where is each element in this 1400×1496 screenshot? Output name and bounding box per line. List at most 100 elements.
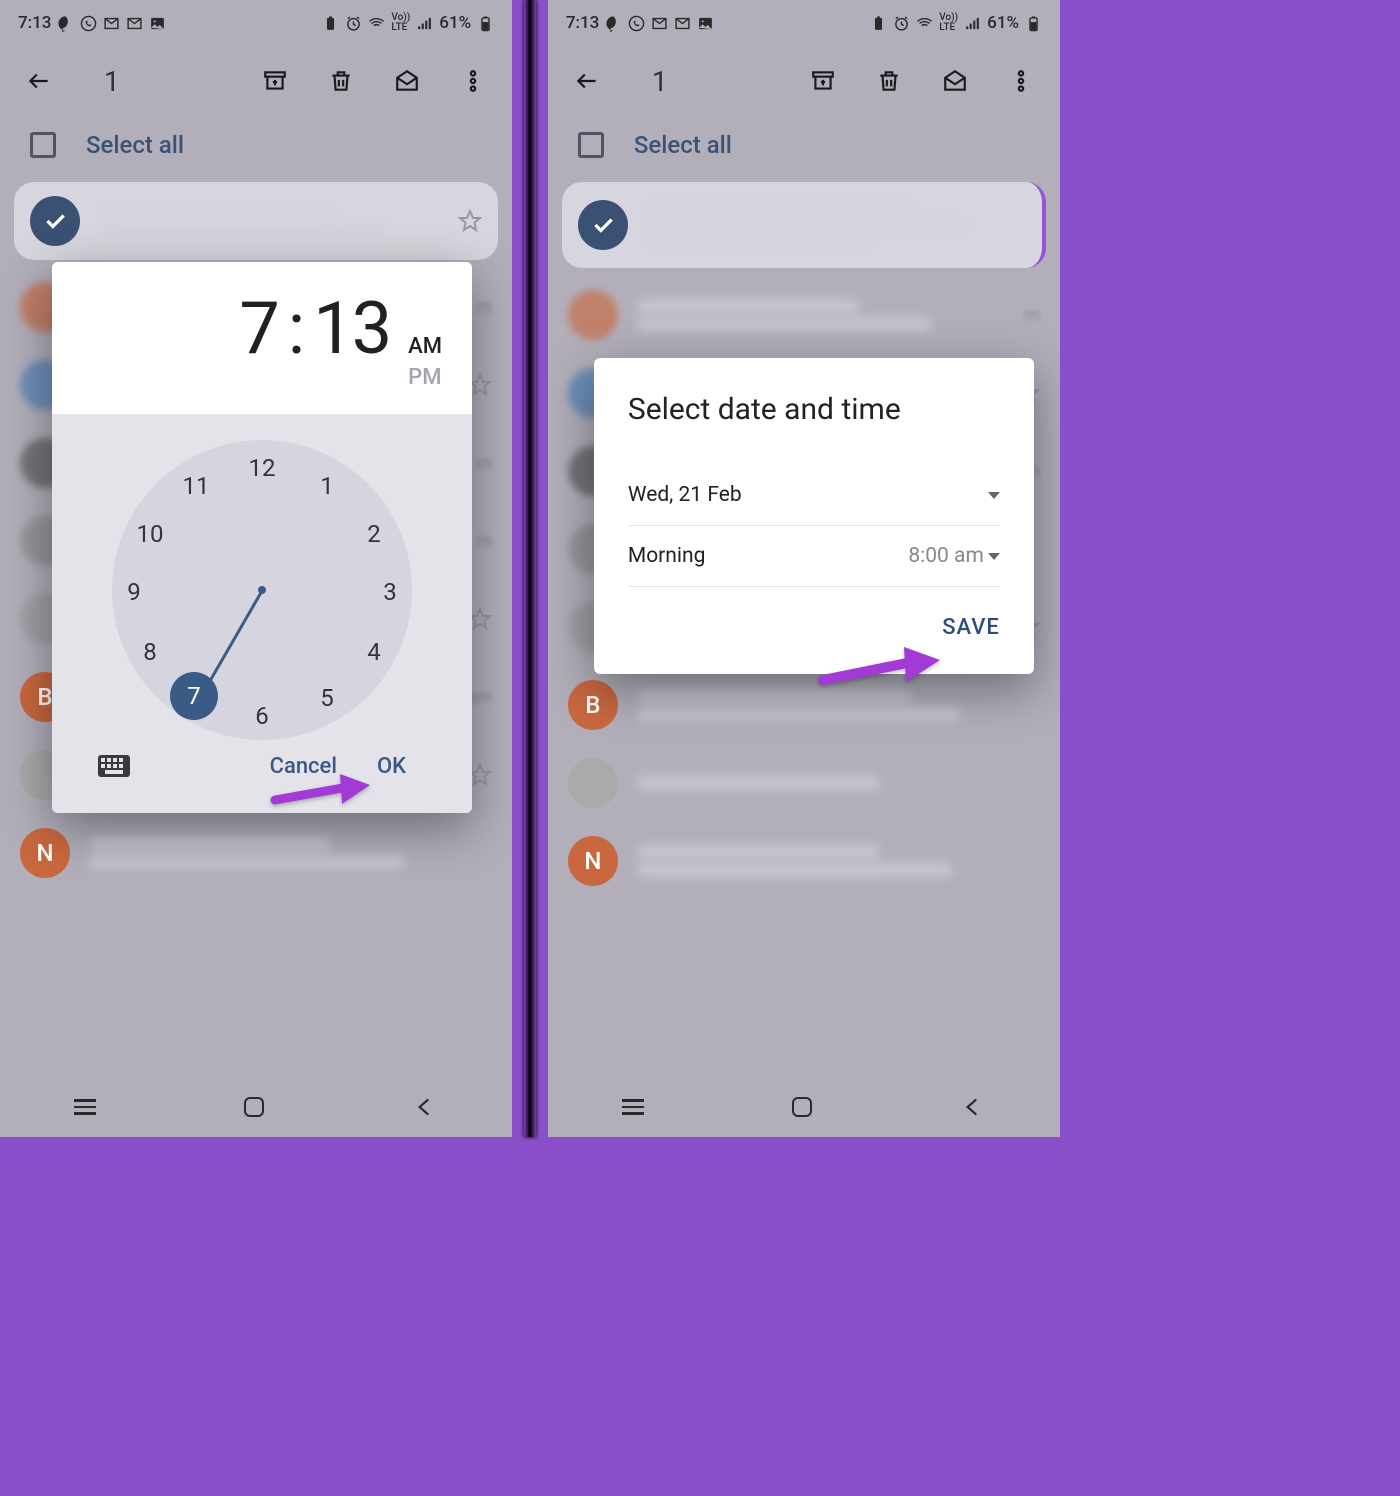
clock-num-12[interactable]: 12 <box>242 448 282 488</box>
time-display: 7 : 13 AM PM <box>52 262 472 414</box>
back-button[interactable] <box>568 68 606 94</box>
time-minute[interactable]: 13 <box>313 286 390 371</box>
clock-num-9[interactable]: 9 <box>114 572 154 612</box>
date-selector-row[interactable]: Wed, 21 Feb <box>628 465 1000 526</box>
mail-meta: m <box>476 453 492 474</box>
mail-meta: m <box>476 531 492 552</box>
delete-button[interactable] <box>322 68 360 94</box>
clock-hand <box>206 589 264 686</box>
avatar-n: N <box>568 836 618 886</box>
dialog-title: Select date and time <box>628 392 1000 427</box>
clock-num-3[interactable]: 3 <box>370 572 410 612</box>
mail-item[interactable]: N <box>548 822 1060 900</box>
volte-indicator: Vo))LTE <box>391 13 410 33</box>
nav-back-button[interactable] <box>960 1094 986 1120</box>
recents-button[interactable] <box>622 1099 644 1115</box>
clock-num-4[interactable]: 4 <box>354 632 394 672</box>
avatar <box>568 758 618 808</box>
home-button[interactable] <box>244 1097 264 1117</box>
selected-mail-item[interactable] <box>562 182 1046 268</box>
mail-meta: m <box>476 297 492 318</box>
mail-item[interactable]: B <box>548 666 1060 744</box>
volte-indicator: Vo))LTE <box>939 13 958 33</box>
mail-icon-1 <box>651 15 668 32</box>
mail-item[interactable]: m <box>548 276 1060 354</box>
clock-num-8[interactable]: 8 <box>130 632 170 672</box>
time-slot-value: 8:00 am <box>908 544 984 568</box>
battery-icon <box>477 15 494 32</box>
image-separator <box>524 0 536 1137</box>
more-options-button[interactable] <box>454 68 492 94</box>
gallery-icon <box>149 15 166 32</box>
selected-avatar-check-icon <box>30 196 80 246</box>
save-button[interactable]: SAVE <box>942 615 1000 640</box>
star-icon[interactable] <box>458 209 482 233</box>
clock-num-7-selected[interactable]: 7 <box>170 672 218 720</box>
chat-icon <box>605 15 622 32</box>
battery-saver-icon <box>322 15 339 32</box>
more-options-button[interactable] <box>1002 68 1040 94</box>
mail-icon-1 <box>103 15 120 32</box>
clock-num-5[interactable]: 5 <box>307 678 347 718</box>
gallery-icon <box>697 15 714 32</box>
select-all-label[interactable]: Select all <box>86 131 184 159</box>
selected-avatar-check-icon <box>578 200 628 250</box>
keyboard-input-icon[interactable] <box>98 754 130 778</box>
phone-right: 7:13 Vo))LTE 61% 1 Select all <box>548 0 1060 1137</box>
system-navbar <box>0 1077 512 1137</box>
time-hour[interactable]: 7 <box>239 286 277 371</box>
phone-left: 7:13 Vo))LTE 61% 1 Select all <box>0 0 512 1137</box>
status-time: 7:13 <box>18 13 51 33</box>
alarm-icon <box>893 15 910 32</box>
clock-num-11[interactable]: 11 <box>176 466 216 506</box>
mark-read-button[interactable] <box>388 68 426 94</box>
clock-face-area: 12 1 2 3 4 5 6 7 8 9 10 11 Cancel OK <box>52 414 472 813</box>
signal-icon <box>416 15 433 32</box>
select-all-row: Select all <box>0 116 512 174</box>
clock-num-6[interactable]: 6 <box>242 696 282 736</box>
mail-icon-2 <box>126 15 143 32</box>
date-label: Wed, 21 Feb <box>628 483 742 507</box>
select-all-checkbox[interactable] <box>30 132 56 158</box>
battery-percent: 61% <box>987 13 1019 33</box>
select-all-label[interactable]: Select all <box>634 131 732 159</box>
select-all-row: Select all <box>548 116 1060 174</box>
avatar-b: B <box>568 680 618 730</box>
archive-button[interactable] <box>256 68 294 94</box>
status-left: 7:13 <box>18 13 166 33</box>
selection-count: 1 <box>104 65 120 98</box>
clock-num-2[interactable]: 2 <box>354 514 394 554</box>
am-toggle[interactable]: AM <box>408 332 442 363</box>
back-button[interactable] <box>20 68 58 94</box>
mail-item[interactable]: N <box>0 814 512 892</box>
home-button[interactable] <box>792 1097 812 1117</box>
alarm-icon <box>345 15 362 32</box>
dropdown-icon <box>988 553 1000 560</box>
annotation-arrow <box>270 770 380 820</box>
annotation-arrow <box>818 644 948 700</box>
mark-read-button[interactable] <box>936 68 974 94</box>
select-all-checkbox[interactable] <box>578 132 604 158</box>
nav-back-button[interactable] <box>412 1094 438 1120</box>
status-right: Vo))LTE 61% <box>322 13 494 33</box>
time-slot-selector-row[interactable]: Morning 8:00 am <box>628 526 1000 587</box>
clock-num-1[interactable]: 1 <box>307 466 347 506</box>
battery-icon <box>1025 15 1042 32</box>
mail-item[interactable] <box>548 744 1060 822</box>
pm-toggle[interactable]: PM <box>408 363 442 394</box>
selection-count: 1 <box>652 65 668 98</box>
recents-button[interactable] <box>74 1099 96 1115</box>
action-bar: 1 <box>548 46 1060 116</box>
chat-icon <box>57 15 74 32</box>
clock-num-10[interactable]: 10 <box>130 514 170 554</box>
selected-mail-item[interactable] <box>14 182 498 260</box>
mail-icon-2 <box>674 15 691 32</box>
clock-face[interactable]: 12 1 2 3 4 5 6 7 8 9 10 11 <box>112 440 412 740</box>
system-navbar <box>548 1077 1060 1137</box>
archive-button[interactable] <box>804 68 842 94</box>
status-right: Vo))LTE 61% <box>870 13 1042 33</box>
status-left: 7:13 <box>566 13 714 33</box>
delete-button[interactable] <box>870 68 908 94</box>
time-sep: : <box>288 286 303 371</box>
signal-icon <box>964 15 981 32</box>
